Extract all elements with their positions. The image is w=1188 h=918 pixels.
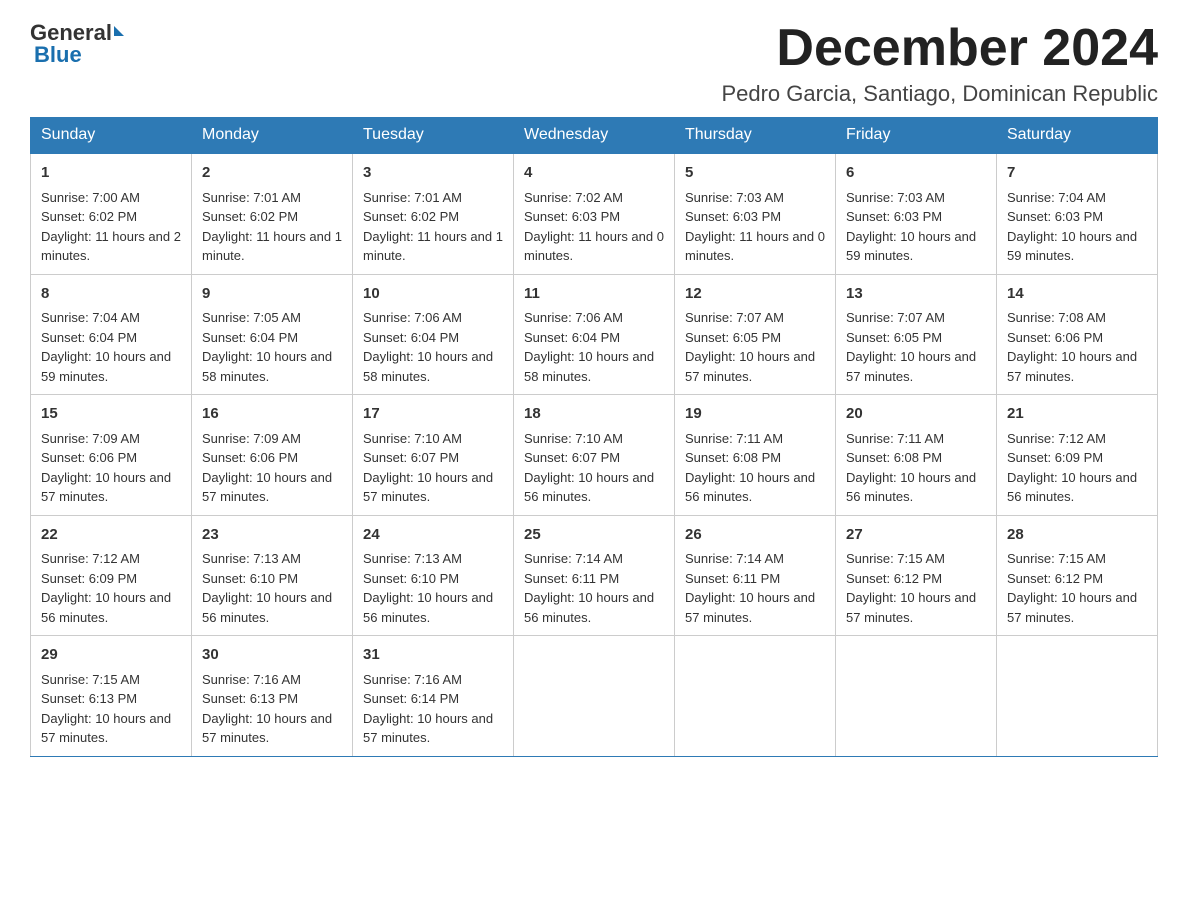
day-number: 21 [1007,403,1147,426]
day-number: 31 [363,644,503,667]
day-header-wednesday: Wednesday [514,118,675,154]
calendar-cell: 12Sunrise: 7:07 AMSunset: 6:05 PMDayligh… [675,274,836,395]
day-header-monday: Monday [192,118,353,154]
day-number: 13 [846,283,986,306]
calendar-week-row: 22Sunrise: 7:12 AMSunset: 6:09 PMDayligh… [31,515,1158,636]
day-number: 3 [363,162,503,185]
day-header-friday: Friday [836,118,997,154]
day-number: 28 [1007,524,1147,547]
day-number: 9 [202,283,342,306]
calendar-cell [836,636,997,757]
calendar-cell: 28Sunrise: 7:15 AMSunset: 6:12 PMDayligh… [997,515,1158,636]
calendar-cell: 1Sunrise: 7:00 AMSunset: 6:02 PMDaylight… [31,153,192,274]
calendar-cell: 30Sunrise: 7:16 AMSunset: 6:13 PMDayligh… [192,636,353,757]
calendar-cell: 10Sunrise: 7:06 AMSunset: 6:04 PMDayligh… [353,274,514,395]
day-number: 2 [202,162,342,185]
day-header-thursday: Thursday [675,118,836,154]
day-number: 12 [685,283,825,306]
day-number: 26 [685,524,825,547]
month-title: December 2024 [721,20,1158,77]
day-number: 10 [363,283,503,306]
day-number: 5 [685,162,825,185]
calendar-cell: 15Sunrise: 7:09 AMSunset: 6:06 PMDayligh… [31,395,192,516]
page-header: General Blue December 2024 Pedro Garcia,… [30,20,1158,107]
calendar-cell: 16Sunrise: 7:09 AMSunset: 6:06 PMDayligh… [192,395,353,516]
calendar-cell: 20Sunrise: 7:11 AMSunset: 6:08 PMDayligh… [836,395,997,516]
calendar-cell: 22Sunrise: 7:12 AMSunset: 6:09 PMDayligh… [31,515,192,636]
calendar-cell: 23Sunrise: 7:13 AMSunset: 6:10 PMDayligh… [192,515,353,636]
calendar-cell: 8Sunrise: 7:04 AMSunset: 6:04 PMDaylight… [31,274,192,395]
day-number: 24 [363,524,503,547]
calendar-week-row: 8Sunrise: 7:04 AMSunset: 6:04 PMDaylight… [31,274,1158,395]
calendar-cell: 27Sunrise: 7:15 AMSunset: 6:12 PMDayligh… [836,515,997,636]
calendar-cell: 5Sunrise: 7:03 AMSunset: 6:03 PMDaylight… [675,153,836,274]
calendar-cell: 13Sunrise: 7:07 AMSunset: 6:05 PMDayligh… [836,274,997,395]
day-header-tuesday: Tuesday [353,118,514,154]
day-number: 11 [524,283,664,306]
day-number: 6 [846,162,986,185]
calendar-cell: 24Sunrise: 7:13 AMSunset: 6:10 PMDayligh… [353,515,514,636]
day-number: 18 [524,403,664,426]
calendar-cell: 4Sunrise: 7:02 AMSunset: 6:03 PMDaylight… [514,153,675,274]
calendar-cell [997,636,1158,757]
calendar-cell: 7Sunrise: 7:04 AMSunset: 6:03 PMDaylight… [997,153,1158,274]
calendar-week-row: 1Sunrise: 7:00 AMSunset: 6:02 PMDaylight… [31,153,1158,274]
calendar-cell: 11Sunrise: 7:06 AMSunset: 6:04 PMDayligh… [514,274,675,395]
calendar-cell: 3Sunrise: 7:01 AMSunset: 6:02 PMDaylight… [353,153,514,274]
logo-blue-text: Blue [34,42,82,68]
calendar-cell [675,636,836,757]
calendar-week-row: 29Sunrise: 7:15 AMSunset: 6:13 PMDayligh… [31,636,1158,757]
calendar-cell: 6Sunrise: 7:03 AMSunset: 6:03 PMDaylight… [836,153,997,274]
day-number: 15 [41,403,181,426]
calendar-cell: 2Sunrise: 7:01 AMSunset: 6:02 PMDaylight… [192,153,353,274]
day-number: 27 [846,524,986,547]
day-number: 19 [685,403,825,426]
calendar-cell: 18Sunrise: 7:10 AMSunset: 6:07 PMDayligh… [514,395,675,516]
day-header-saturday: Saturday [997,118,1158,154]
location-title: Pedro Garcia, Santiago, Dominican Republ… [721,81,1158,107]
title-area: December 2024 Pedro Garcia, Santiago, Do… [721,20,1158,107]
day-number: 4 [524,162,664,185]
calendar-cell [514,636,675,757]
calendar-cell: 17Sunrise: 7:10 AMSunset: 6:07 PMDayligh… [353,395,514,516]
day-number: 20 [846,403,986,426]
day-number: 16 [202,403,342,426]
day-number: 29 [41,644,181,667]
day-number: 25 [524,524,664,547]
day-header-sunday: Sunday [31,118,192,154]
calendar-cell: 29Sunrise: 7:15 AMSunset: 6:13 PMDayligh… [31,636,192,757]
calendar-table: SundayMondayTuesdayWednesdayThursdayFrid… [30,117,1158,757]
day-number: 7 [1007,162,1147,185]
logo: General Blue [30,20,124,68]
day-number: 1 [41,162,181,185]
day-number: 8 [41,283,181,306]
logo-triangle-icon [114,26,124,36]
day-number: 30 [202,644,342,667]
calendar-cell: 21Sunrise: 7:12 AMSunset: 6:09 PMDayligh… [997,395,1158,516]
calendar-cell: 31Sunrise: 7:16 AMSunset: 6:14 PMDayligh… [353,636,514,757]
calendar-cell: 19Sunrise: 7:11 AMSunset: 6:08 PMDayligh… [675,395,836,516]
calendar-cell: 26Sunrise: 7:14 AMSunset: 6:11 PMDayligh… [675,515,836,636]
calendar-cell: 25Sunrise: 7:14 AMSunset: 6:11 PMDayligh… [514,515,675,636]
day-number: 14 [1007,283,1147,306]
day-number: 17 [363,403,503,426]
day-number: 23 [202,524,342,547]
calendar-cell: 14Sunrise: 7:08 AMSunset: 6:06 PMDayligh… [997,274,1158,395]
calendar-header-row: SundayMondayTuesdayWednesdayThursdayFrid… [31,118,1158,154]
calendar-week-row: 15Sunrise: 7:09 AMSunset: 6:06 PMDayligh… [31,395,1158,516]
calendar-cell: 9Sunrise: 7:05 AMSunset: 6:04 PMDaylight… [192,274,353,395]
day-number: 22 [41,524,181,547]
